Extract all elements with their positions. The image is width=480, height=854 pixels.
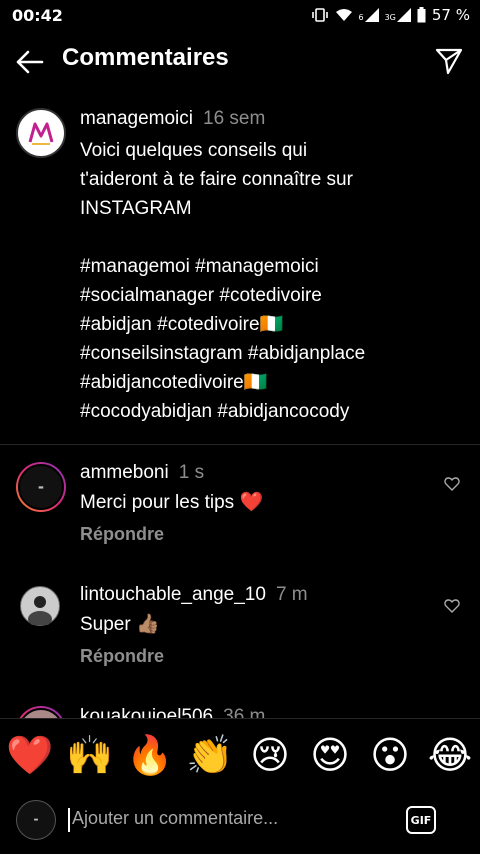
username[interactable]: lintouchable_ange_10 bbox=[80, 584, 266, 605]
emoji-clap[interactable]: 👏 bbox=[185, 733, 235, 778]
status-time: 00:42 bbox=[12, 6, 63, 25]
send-icon[interactable] bbox=[434, 46, 464, 76]
comment-input-bar: ▬ Ajouter un commentaire... GIF bbox=[0, 790, 480, 854]
avatar[interactable] bbox=[20, 586, 60, 627]
username[interactable]: managemoici bbox=[80, 108, 193, 129]
avatar[interactable]: ▬ bbox=[16, 462, 66, 512]
wifi-icon bbox=[335, 8, 353, 22]
comment: kouakoujoel506 36 m bbox=[0, 706, 480, 718]
emoji-fire[interactable]: 🔥 bbox=[125, 733, 175, 778]
logo-icon bbox=[22, 114, 60, 152]
signal-icon: 6 bbox=[359, 8, 379, 22]
timestamp: 7 m bbox=[275, 584, 308, 605]
comment-header: ammeboni 1 s bbox=[80, 462, 204, 484]
avatar: ▬ bbox=[16, 800, 56, 840]
avatar-figure-icon bbox=[28, 596, 52, 627]
battery-icon bbox=[417, 7, 426, 23]
back-arrow-icon[interactable] bbox=[14, 46, 46, 78]
emoji-laughing[interactable]: 😂 bbox=[425, 733, 475, 777]
network-icon: 3G bbox=[385, 8, 411, 22]
avatar-logo-icon: ▬ bbox=[18, 464, 64, 510]
timestamp: 16 sem bbox=[203, 108, 266, 129]
network-label: 3G bbox=[384, 13, 396, 22]
emoji-heart-eyes[interactable]: 😍 bbox=[305, 733, 355, 777]
timestamp: 1 s bbox=[178, 462, 205, 483]
status-icons: 6 3G 57 % bbox=[311, 6, 470, 24]
gif-button[interactable]: GIF bbox=[406, 806, 436, 834]
avatar-photo-icon bbox=[18, 708, 64, 718]
post-caption: managemoici 16 sem Voici quelques conseil… bbox=[0, 100, 480, 445]
emoji-raised-hands[interactable]: 🙌 bbox=[65, 733, 115, 778]
emoji-crying[interactable]: 😢 bbox=[245, 733, 295, 777]
signal-label: 6 bbox=[358, 13, 364, 22]
comment-input[interactable]: Ajouter un commentaire... bbox=[68, 808, 278, 832]
caption-text: Voici quelques conseils qui t'aideront à… bbox=[80, 140, 366, 422]
comment-header: lintouchable_ange_10 7 m bbox=[80, 584, 308, 606]
username[interactable]: ammeboni bbox=[80, 462, 169, 483]
app-bar: Commentaires bbox=[0, 38, 480, 86]
page-title: Commentaires bbox=[62, 44, 229, 71]
comment-text: Merci pour les tips ❤️ bbox=[80, 492, 264, 513]
comment: ▬ ammeboni 1 s Merci pour les tips ❤️ Rép… bbox=[0, 462, 480, 562]
like-heart-icon[interactable] bbox=[444, 598, 460, 614]
emoji-surprised[interactable]: 😮 bbox=[365, 733, 415, 777]
timestamp: 36 m bbox=[223, 706, 266, 718]
emoji-quick-bar: ❤️ 🙌 🔥 👏 😢 😍 😮 😂 bbox=[0, 718, 480, 791]
status-bar: 00:42 6 3G 57 % bbox=[0, 0, 480, 32]
like-heart-icon[interactable] bbox=[444, 476, 460, 492]
comment: lintouchable_ange_10 7 m Super 👍🏽 Répondr… bbox=[0, 584, 480, 684]
avatar[interactable] bbox=[16, 108, 66, 158]
reply-button[interactable]: Répondre bbox=[80, 524, 164, 545]
username[interactable]: kouakoujoel506 bbox=[80, 706, 213, 718]
reply-button[interactable]: Répondre bbox=[80, 646, 164, 667]
battery-level: 57 % bbox=[431, 6, 470, 24]
comment-text: Super 👍🏽 bbox=[80, 614, 160, 635]
comment-header: kouakoujoel506 36 m bbox=[80, 706, 265, 718]
emoji-heart[interactable]: ❤️ bbox=[5, 733, 55, 778]
post-header: managemoici 16 sem bbox=[80, 108, 265, 130]
vibrate-icon bbox=[311, 8, 329, 22]
avatar[interactable] bbox=[16, 706, 66, 718]
